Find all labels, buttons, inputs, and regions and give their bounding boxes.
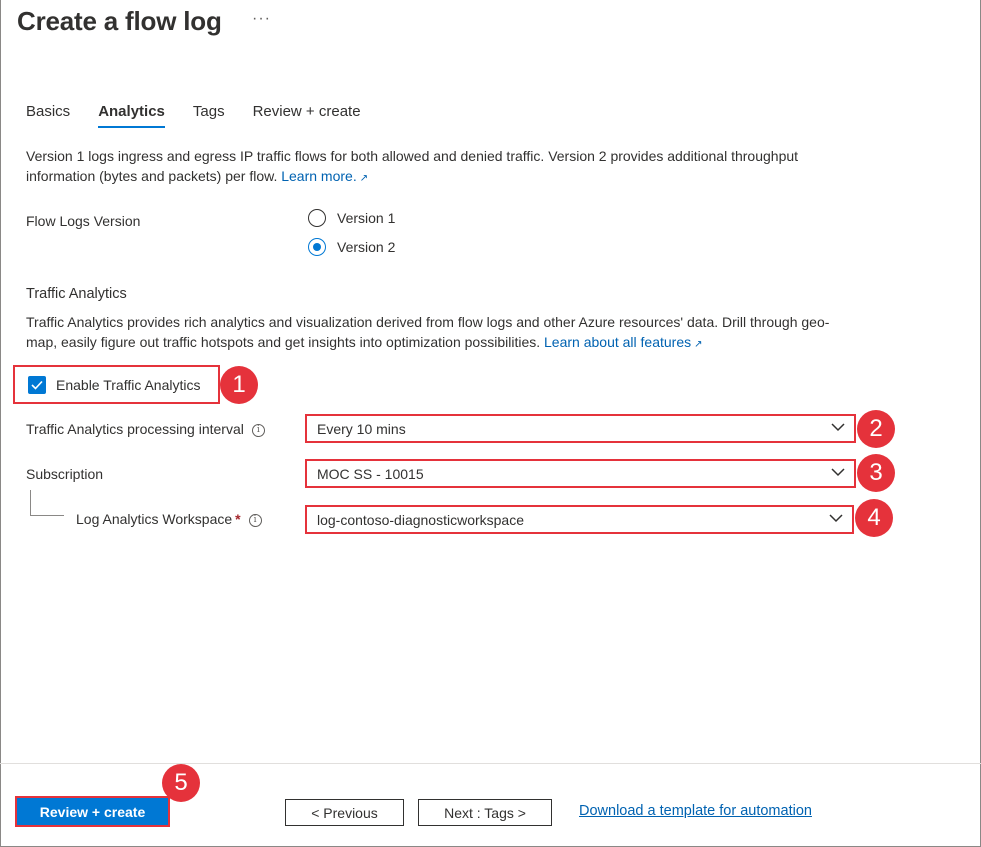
required-indicator: * <box>235 511 241 527</box>
review-create-button[interactable]: Review + create <box>15 796 170 827</box>
learn-more-link[interactable]: Learn more. ↗ <box>281 168 368 184</box>
tree-connector <box>30 490 64 516</box>
version-description: Version 1 logs ingress and egress IP tra… <box>26 146 856 189</box>
flow-logs-version-label: Flow Logs Version <box>26 213 141 229</box>
traffic-analytics-description: Traffic Analytics provides rich analytic… <box>26 312 856 355</box>
learn-about-features-link[interactable]: Learn about all features ↗ <box>544 334 703 350</box>
more-options-icon[interactable]: ··· <box>252 10 271 28</box>
processing-interval-dropdown[interactable]: Every 10 mins <box>305 414 856 443</box>
processing-interval-value: Every 10 mins <box>317 420 406 437</box>
chevron-down-icon <box>831 468 845 477</box>
step-badge-3: 3 <box>857 454 895 492</box>
checkmark-icon[interactable] <box>28 375 46 394</box>
tab-bar: Basics Analytics Tags Review + create <box>26 103 389 128</box>
tab-review-create[interactable]: Review + create <box>253 103 361 128</box>
chevron-down-icon <box>829 514 843 523</box>
radio-version-1[interactable]: Version 1 <box>308 209 395 227</box>
step-badge-2: 2 <box>857 410 895 448</box>
step-badge-4: 4 <box>855 499 893 537</box>
version-description-text: Version 1 logs ingress and egress IP tra… <box>26 148 799 184</box>
traffic-analytics-description-text: Traffic Analytics provides rich analytic… <box>26 314 830 350</box>
radio-label-version-1: Version 1 <box>337 210 396 226</box>
subscription-label: Subscription <box>26 466 104 482</box>
tab-basics[interactable]: Basics <box>26 103 70 128</box>
subscription-value: MOC SS - 10015 <box>317 465 424 482</box>
subscription-dropdown[interactable]: MOC SS - 10015 <box>305 459 856 488</box>
tab-tags[interactable]: Tags <box>193 103 225 128</box>
footer-divider <box>0 763 981 764</box>
tab-analytics[interactable]: Analytics <box>98 103 165 128</box>
download-template-link[interactable]: Download a template for automation <box>579 803 812 819</box>
step-badge-1: 1 <box>220 366 258 404</box>
radio-circle-version-1[interactable] <box>308 209 326 227</box>
traffic-analytics-heading: Traffic Analytics <box>26 286 127 302</box>
page-title: Create a flow log <box>17 6 222 36</box>
previous-button[interactable]: < Previous <box>285 799 404 826</box>
external-link-icon: ↗ <box>359 173 369 184</box>
chevron-down-icon <box>831 423 845 432</box>
workspace-dropdown[interactable]: log-contoso-diagnosticworkspace <box>305 505 854 534</box>
processing-interval-label: Traffic Analytics processing interval i <box>26 421 265 437</box>
info-icon[interactable]: i <box>248 513 262 527</box>
radio-circle-version-2[interactable] <box>308 238 326 256</box>
workspace-label: Log Analytics Workspace * i <box>76 511 262 527</box>
radio-label-version-2: Version 2 <box>337 239 396 255</box>
enable-traffic-analytics-checkbox[interactable]: Enable Traffic Analytics <box>13 365 220 404</box>
radio-version-2[interactable]: Version 2 <box>308 238 395 256</box>
next-tags-button[interactable]: Next : Tags > <box>418 799 552 826</box>
enable-traffic-analytics-label: Enable Traffic Analytics <box>56 376 201 393</box>
info-icon[interactable]: i <box>251 423 265 437</box>
external-link-icon: ↗ <box>694 339 703 350</box>
workspace-value: log-contoso-diagnosticworkspace <box>317 511 524 528</box>
